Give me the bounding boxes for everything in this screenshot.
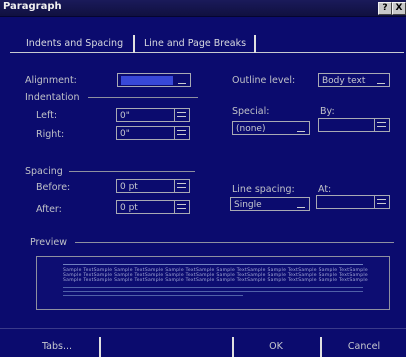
chevron-down-icon[interactable]	[375, 74, 388, 86]
close-button[interactable]: X	[392, 2, 406, 15]
after-label: After:	[36, 204, 62, 215]
left-indent-label: Left:	[36, 110, 58, 121]
alignment-dropdown[interactable]	[117, 73, 191, 87]
special-dropdown[interactable]: (none)	[232, 121, 310, 135]
line-spacing-dropdown[interactable]: Single	[230, 197, 310, 211]
line-spacing-label: Line spacing:	[232, 184, 295, 195]
tab-separator	[254, 35, 256, 53]
cancel-button[interactable]: Cancel	[320, 337, 406, 357]
alignment-label: Alignment:	[25, 75, 77, 86]
indentation-section-label: Indentation	[25, 92, 80, 103]
preview-previous-paragraph	[63, 264, 363, 265]
at-label: At:	[318, 184, 332, 195]
tab-row-divider	[10, 52, 404, 53]
after-value: 0 pt	[120, 203, 138, 213]
before-value: 0 pt	[120, 182, 138, 192]
preview-divider	[75, 242, 394, 243]
preview-next-paragraph	[63, 295, 243, 296]
tabs-button[interactable]: Tabs...	[15, 337, 101, 357]
right-indent-value: 0"	[120, 129, 130, 139]
left-indent-input[interactable]: 0"	[116, 108, 190, 122]
chevron-down-icon[interactable]	[295, 198, 308, 210]
at-input[interactable]	[316, 195, 390, 209]
preview-box: Sample TextSample Sample TextSample Samp…	[36, 256, 390, 310]
outline-level-label: Outline level:	[232, 75, 296, 86]
outline-level-dropdown[interactable]: Body text	[318, 73, 390, 87]
outline-level-value: Body text	[322, 76, 366, 86]
tab-label: Line and Page Breaks	[144, 38, 247, 49]
special-label: Special:	[232, 106, 270, 117]
title-bar: Paragraph ? X	[0, 0, 406, 17]
left-indent-value: 0"	[120, 111, 130, 121]
before-spinner[interactable]	[174, 179, 189, 193]
line-spacing-value: Single	[234, 200, 262, 210]
left-indent-spinner[interactable]	[174, 108, 189, 122]
before-label: Before:	[36, 182, 71, 193]
tab-separator	[133, 35, 135, 53]
spacing-divider	[69, 171, 195, 172]
chevron-down-icon[interactable]	[176, 74, 189, 86]
preview-next-paragraph	[63, 291, 363, 292]
after-spinner[interactable]	[174, 200, 189, 214]
tab-line-and-page-breaks[interactable]: Line and Page Breaks	[138, 35, 252, 52]
ok-button-label: OK	[269, 341, 283, 352]
before-input[interactable]: 0 pt	[116, 179, 190, 193]
special-value: (none)	[236, 124, 266, 134]
preview-sample-line: Sample TextSample Sample TextSample Samp…	[63, 278, 369, 283]
cancel-button-label: Cancel	[347, 341, 381, 352]
by-label: By:	[320, 106, 335, 117]
chevron-down-icon[interactable]	[295, 122, 308, 134]
spacing-section-label: Spacing	[25, 166, 63, 177]
after-input[interactable]: 0 pt	[116, 200, 190, 214]
help-button[interactable]: ?	[378, 2, 392, 15]
tab-indents-and-spacing[interactable]: Indents and Spacing	[20, 35, 142, 52]
right-indent-label: Right:	[36, 129, 65, 140]
preview-section-label: Preview	[30, 237, 67, 248]
right-indent-input[interactable]: 0"	[116, 126, 190, 140]
alignment-selection-highlight	[121, 76, 173, 85]
tabs-button-label: Tabs...	[41, 341, 73, 352]
tab-label: Indents and Spacing	[26, 38, 124, 49]
indentation-divider	[88, 97, 198, 98]
button-row-divider	[0, 328, 406, 329]
ok-button[interactable]: OK	[232, 337, 318, 357]
right-indent-spinner[interactable]	[174, 126, 189, 140]
at-spinner[interactable]	[374, 195, 389, 209]
window-title: Paragraph	[3, 1, 62, 12]
preview-next-paragraph	[63, 287, 363, 288]
by-spinner[interactable]	[374, 118, 389, 132]
by-input[interactable]	[318, 118, 390, 132]
